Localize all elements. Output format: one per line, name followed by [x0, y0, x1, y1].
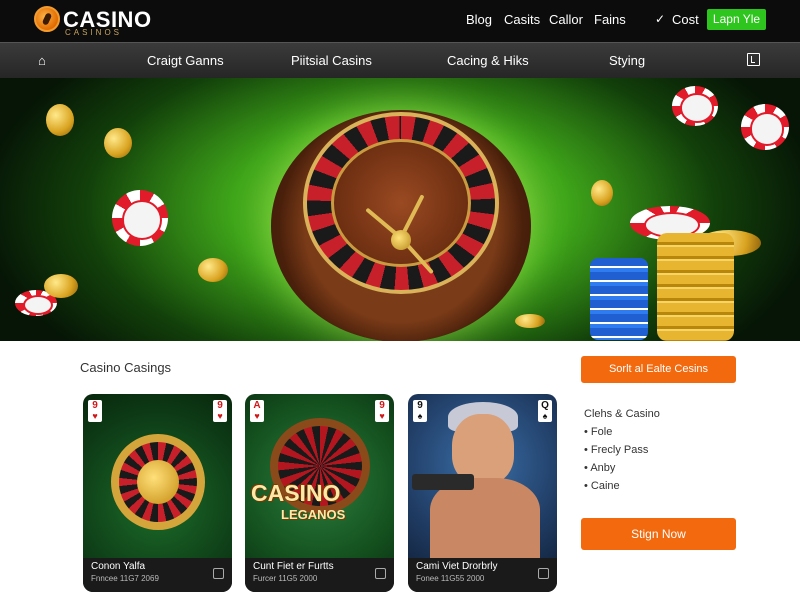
sidebar-item[interactable]: Fole — [584, 426, 648, 444]
game-card-title: Cami Viet Drorbrly — [416, 561, 498, 572]
gold-coin — [515, 314, 545, 328]
gold-coin — [591, 180, 613, 206]
card-art-title: CASINO — [251, 480, 341, 506]
top-link-callor[interactable]: Callor — [549, 12, 583, 27]
game-card[interactable]: CASINO LEGANOS A ♥ 9 ♥ Cunt Fiet er Furtts… — [245, 394, 394, 592]
menu-icon[interactable] — [747, 53, 760, 66]
card-corner-left: A ♥ — [250, 400, 264, 422]
login-button[interactable]: Lapn Yle — [707, 9, 766, 30]
game-card-footer: Cunt Fiet er Furtts Furcer 11G5 2000 — [245, 558, 394, 592]
check-icon: ✓ — [655, 12, 666, 26]
gold-coin — [198, 258, 228, 282]
nav-item-piitsial-casins[interactable]: Piitsial Casins — [291, 53, 372, 68]
heart-icon: ♥ — [379, 411, 385, 421]
expand-icon[interactable] — [375, 568, 386, 579]
logo-subtitle: CASINOS — [65, 28, 123, 37]
casino-logo[interactable]: CASINO CASINOS — [34, 4, 154, 38]
gold-coin — [104, 128, 132, 158]
game-card-art: CASINO LEGANOS — [245, 394, 394, 558]
top-link-fains[interactable]: Fains — [594, 12, 626, 27]
nav-item-stying[interactable]: Stying — [609, 53, 645, 68]
sidebar-heading: Clehs & Casino — [584, 408, 660, 420]
home-icon[interactable]: ⌂ — [38, 53, 46, 68]
top-header: CASINO CASINOS Blog Casits Callor Fains … — [0, 0, 800, 42]
game-card-title: Conon Yalfa — [91, 561, 146, 572]
card-corner-left: 9 ♠ — [413, 400, 427, 422]
spade-icon: ♠ — [417, 411, 423, 421]
sort-casinos-button[interactable]: Sorlt al Ealte Cesins — [581, 356, 736, 383]
game-card-footer: Cami Viet Drorbrly Fonee 11G55 2000 — [408, 558, 557, 592]
game-card-art — [408, 394, 557, 558]
main-nav: ⌂ Craigt Ganns Piitsial Casins Cacing & … — [0, 42, 800, 78]
card-art-subtitle: LEGANOS — [281, 507, 346, 522]
top-link-casits[interactable]: Casits — [504, 12, 540, 27]
nav-item-craigt-ganns[interactable]: Craigt Ganns — [147, 53, 224, 68]
sidebar-item[interactable]: Frecly Pass — [584, 444, 648, 462]
gold-coin-stack — [657, 233, 734, 341]
poker-chip — [672, 86, 718, 126]
sidebar-item[interactable]: Anby — [584, 462, 648, 480]
logo-emblem-icon — [34, 6, 60, 32]
game-card-subtitle: Furcer 11G5 2000 — [253, 574, 318, 583]
heart-icon: ♥ — [217, 411, 223, 421]
heart-icon: ♥ — [254, 411, 260, 421]
poker-chip — [112, 190, 168, 246]
card-corner-right: Q ♠ — [538, 400, 552, 422]
blue-chip-stack — [590, 258, 648, 340]
card-corner-right: 9 ♥ — [213, 400, 227, 422]
card-corner-left: 9 ♥ — [88, 400, 102, 422]
section-title: Casino Casings — [80, 360, 172, 375]
sidebar-list: Fole Frecly Pass Anby Caine — [584, 426, 648, 498]
expand-icon[interactable] — [213, 568, 224, 579]
hero-banner — [0, 78, 800, 341]
game-card-title: Cunt Fiet er Furtts — [253, 561, 334, 572]
cost-link[interactable]: Cost — [672, 12, 699, 27]
weapon-art — [412, 474, 474, 490]
top-link-blog[interactable]: Blog — [466, 12, 492, 27]
game-card-art — [83, 394, 232, 558]
nav-item-cacing-hiks[interactable]: Cacing & Hiks — [447, 53, 529, 68]
game-card[interactable]: 9 ♠ Q ♠ Cami Viet Drorbrly Fonee 11G55 200… — [408, 394, 557, 592]
spade-icon: ♠ — [542, 411, 548, 421]
game-card-footer: Conon Yalfa Fnncee 11G7 2069 — [83, 558, 232, 592]
card-corner-right: 9 ♥ — [375, 400, 389, 422]
game-card-subtitle: Fonee 11G55 2000 — [416, 574, 485, 583]
gold-coin — [46, 104, 74, 136]
character-body — [430, 478, 540, 558]
poker-chip — [741, 104, 789, 150]
expand-icon[interactable] — [538, 568, 549, 579]
heart-icon: ♥ — [92, 411, 98, 421]
game-card-subtitle: Fnncee 11G7 2069 — [91, 574, 159, 583]
sign-up-button[interactable]: Stign Now — [581, 518, 736, 550]
gold-coin — [44, 274, 78, 298]
wheel-hub — [391, 230, 411, 250]
sidebar-item[interactable]: Caine — [584, 480, 648, 498]
roulette-art — [111, 434, 205, 530]
game-card[interactable]: 9 ♥ 9 ♥ Conon Yalfa Fnncee 11G7 2069 — [83, 394, 232, 592]
